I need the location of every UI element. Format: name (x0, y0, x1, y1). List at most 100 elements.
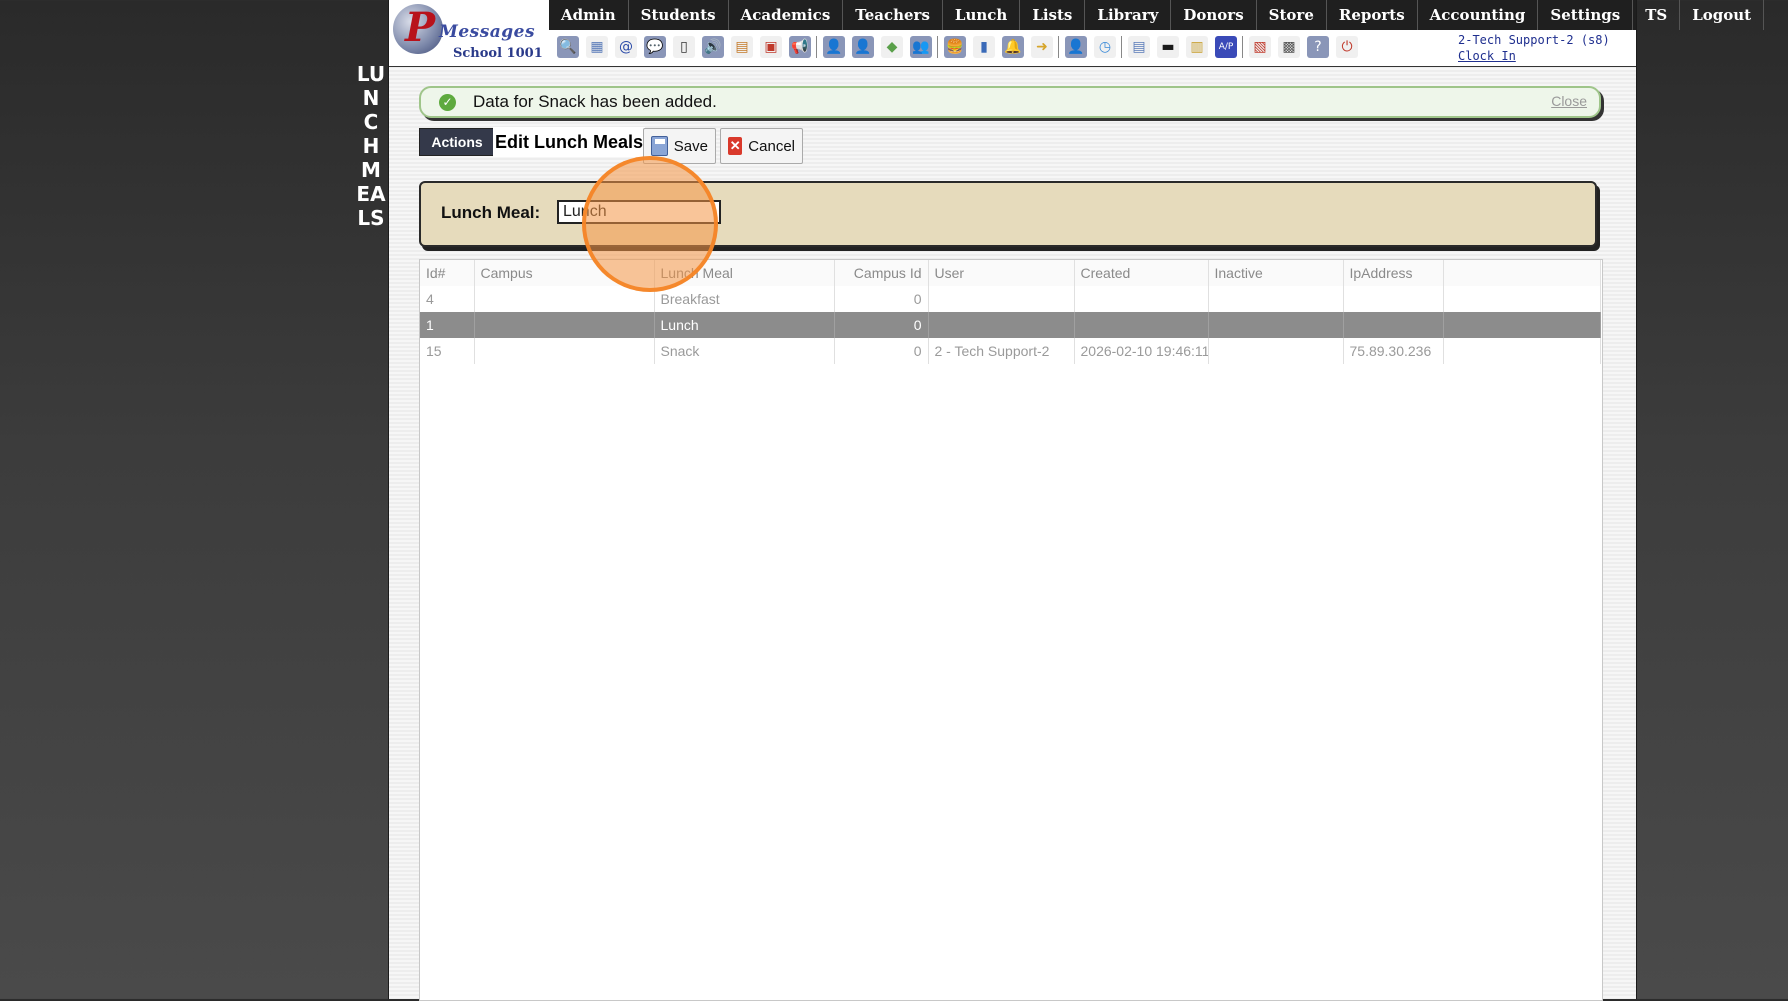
cell-campus-id: 0 (834, 312, 929, 338)
lunch-meals-table: Id# Campus Lunch Meal Campus Id User Created I… (420, 260, 1601, 364)
email-at-icon[interactable]: @ (615, 36, 637, 58)
actions-tab[interactable]: Actions (419, 128, 495, 156)
cell-lunch-meal: Breakfast (654, 286, 835, 312)
toolbar-separator (1058, 36, 1059, 58)
menu-item-logout[interactable]: Logout (1680, 0, 1765, 30)
save-button-label: Save (673, 137, 708, 155)
header: P Messages School 1001 Admin Students Acad… (389, 0, 1765, 67)
bell-icon[interactable]: 🔔 (1002, 36, 1024, 58)
logo-brand: Messages (439, 22, 536, 42)
cell-campus-id: 0 (834, 338, 929, 364)
column-header-created[interactable]: Created (1074, 260, 1209, 286)
cell-created (1074, 286, 1209, 312)
lunch-burger-icon[interactable]: 🍔 (944, 36, 966, 58)
menu-item-students[interactable]: Students (629, 0, 729, 30)
column-header-lunch-meal[interactable]: Lunch Meal (654, 260, 835, 286)
menu-item-library[interactable]: Library (1085, 0, 1172, 30)
menu-item-admin[interactable]: Admin (549, 0, 629, 30)
save-button[interactable]: Save (643, 128, 716, 164)
clock-in-link[interactable]: Clock In (1458, 48, 1610, 64)
cell-user: 2 - Tech Support-2 (928, 338, 1075, 364)
cash-register-icon[interactable]: ▩ (1278, 36, 1300, 58)
table-row[interactable]: 4 Breakfast 0 (420, 286, 1601, 312)
main-menu: Admin Students Academics Teachers Lunch Lists… (549, 0, 1765, 30)
column-header-inactive[interactable]: Inactive (1208, 260, 1344, 286)
cancel-x-icon: ✕ (728, 137, 743, 155)
student-icon[interactable]: 👤 (823, 36, 845, 58)
ap-icon[interactable]: A/P (1215, 36, 1237, 58)
logo[interactable]: P Messages School 1001 (389, 0, 549, 66)
menu-item-accounting[interactable]: Accounting (1418, 0, 1539, 30)
column-header-campus[interactable]: Campus (474, 260, 655, 286)
table-header-row: Id# Campus Lunch Meal Campus Id User Created I… (420, 260, 1601, 286)
user-name: 2-Tech Support-2 (s8) (1458, 33, 1610, 47)
printer-icon[interactable]: ▥ (1186, 36, 1208, 58)
cell-user (928, 312, 1075, 338)
column-header-campus-id[interactable]: Campus Id (834, 260, 929, 286)
user-area: 2-Tech Support-2 (s8) Clock In (1458, 32, 1610, 64)
cell-user (928, 286, 1075, 312)
column-header-user[interactable]: User (928, 260, 1075, 286)
table-row[interactable]: 15 Snack 0 2 - Tech Support-2 2026-02-10 19:… (420, 338, 1601, 364)
cancel-button-label: Cancel (748, 137, 795, 155)
money-icon[interactable]: ◆ (881, 36, 903, 58)
teacher-icon[interactable]: 👤 (852, 36, 874, 58)
power-icon[interactable]: ⏻ (1336, 36, 1358, 58)
cell-campus (474, 338, 655, 364)
report-page-icon[interactable]: ▤ (1128, 36, 1150, 58)
column-header-id[interactable]: Id# (420, 260, 475, 286)
group-icon[interactable]: 👥 (910, 36, 932, 58)
cell-ip-address: 75.89.30.236 (1343, 338, 1444, 364)
menu-item-teachers[interactable]: Teachers (843, 0, 943, 30)
app-window: P Messages School 1001 Admin Students Acad… (388, 0, 1765, 1001)
person-tie-icon[interactable]: 👤 (1065, 36, 1087, 58)
menu-item-settings[interactable]: Settings (1538, 0, 1634, 30)
column-header-ipaddress[interactable]: IpAddress (1343, 260, 1444, 286)
cell-campus-id: 0 (834, 286, 929, 312)
mobile-phone-icon[interactable]: ▯ (673, 36, 695, 58)
card-icon[interactable]: ▬ (1157, 36, 1179, 58)
cell-campus (474, 312, 655, 338)
column-header-spacer (1443, 260, 1601, 286)
cell-id: 4 (420, 286, 475, 312)
help-icon[interactable]: ? (1307, 36, 1329, 58)
cell-spacer (1443, 312, 1601, 338)
pdf-icon[interactable]: ▧ (1249, 36, 1271, 58)
cell-inactive (1208, 312, 1344, 338)
edit-form-panel: Lunch Meal: (419, 181, 1597, 247)
toolbar-separator (816, 36, 817, 58)
calendar-grid-icon[interactable]: ▦ (586, 36, 608, 58)
toolbar-separator (1242, 36, 1243, 58)
cell-ip-address (1343, 312, 1444, 338)
menu-item-donors[interactable]: Donors (1171, 0, 1257, 30)
lunch-meal-input[interactable] (557, 200, 721, 224)
cell-inactive (1208, 286, 1344, 312)
floppy-disk-icon (651, 136, 668, 156)
table-row[interactable]: 1 Lunch 0 (420, 312, 1601, 338)
menu-item-academics[interactable]: Academics (729, 0, 844, 30)
cell-inactive (1208, 338, 1344, 364)
menu-item-lists[interactable]: Lists (1020, 0, 1086, 30)
book-icon[interactable]: ▮ (973, 36, 995, 58)
store-arrow-icon[interactable]: ➜ (1031, 36, 1053, 58)
cell-spacer (1443, 286, 1601, 312)
cell-campus (474, 286, 655, 312)
menu-item-reports[interactable]: Reports (1327, 0, 1418, 30)
clock-icon[interactable]: ◷ (1094, 36, 1116, 58)
cell-lunch-meal: Lunch (654, 312, 835, 338)
megaphone-icon[interactable]: 📢 (789, 36, 811, 58)
form-icon[interactable]: ▤ (731, 36, 753, 58)
quick-icon-toolbar: 🔍 ▦ @ 💬 ▯ 🔊 ▤ ▣ 📢 👤 👤 ◆ 👥 🍔 ▮ 🔔 ➜ 👤 ◷ ▤ ▬ ▥ A/P ▧ ▩? ⏻ (553, 32, 1361, 62)
cancel-button[interactable]: ✕ Cancel (720, 128, 803, 164)
calendar-icon[interactable]: ▣ (760, 36, 782, 58)
menu-item-ts[interactable]: TS (1633, 0, 1681, 30)
cell-spacer (1443, 338, 1601, 364)
vertical-page-title: LUNCH MEALS (356, 62, 387, 230)
menu-item-lunch[interactable]: Lunch (943, 0, 1021, 30)
speaker-icon[interactable]: 🔊 (702, 36, 724, 58)
search-icon[interactable]: 🔍 (557, 36, 579, 58)
notice-close-link[interactable]: Close (1551, 93, 1587, 109)
cell-id: 1 (420, 312, 475, 338)
menu-item-store[interactable]: Store (1257, 0, 1327, 30)
chat-icon[interactable]: 💬 (644, 36, 666, 58)
